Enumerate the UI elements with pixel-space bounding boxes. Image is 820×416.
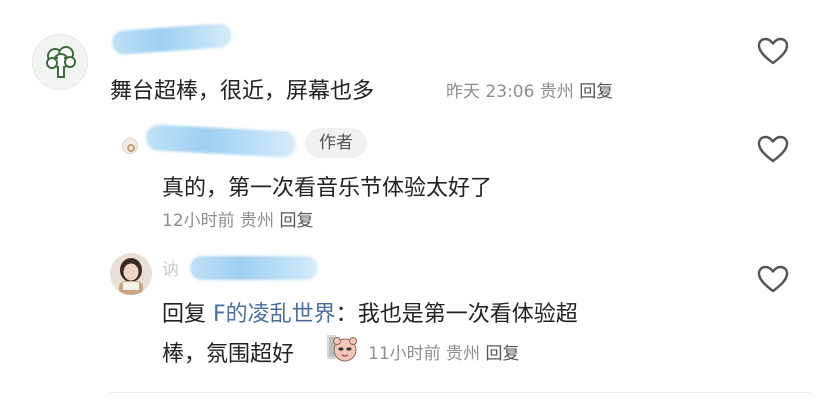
comment-meta: 12小时前 贵州 回复 — [162, 206, 313, 231]
comment-meta: 昨天 23:06 贵州 回复 — [446, 77, 613, 102]
bear-sticker-icon — [327, 335, 357, 362]
author-avatar[interactable] — [122, 138, 138, 154]
comment-location: 贵州 — [446, 344, 481, 364]
reply-button[interactable]: 回复 — [279, 211, 313, 231]
reply-text: 我也是第一次看体验超 — [357, 302, 578, 327]
comment-meta: 11小时前 贵州 回复 — [368, 339, 519, 364]
reply-text-line1: 回复 F的凌乱世界：我也是第一次看体验超 — [162, 296, 578, 328]
comment-time: 12小时前 — [162, 211, 235, 231]
broccoli-icon — [46, 46, 76, 78]
reply-colon: ： — [335, 302, 358, 327]
reply-prefix: 回复 — [162, 302, 207, 327]
comment-thread: 舞台超棒，很近，屏幕也多 昨天 23:06 贵州 回复 世界 作者 真的，第一次… — [0, 0, 820, 416]
username-redacted[interactable] — [190, 256, 318, 280]
heart-outline-icon[interactable] — [756, 134, 790, 164]
heart-outline-icon[interactable] — [756, 264, 790, 294]
mention-link[interactable]: F的凌乱世界 — [213, 302, 336, 327]
username-redacted[interactable] — [111, 22, 233, 56]
user-avatar[interactable] — [32, 34, 88, 90]
comment-text: 真的，第一次看音乐节体验太好了 — [162, 176, 493, 201]
avatar-photo-icon — [110, 253, 152, 295]
username-faded: 讷 — [162, 260, 180, 280]
comment-time: 11小时前 — [368, 344, 441, 364]
reply-text-line2: 棒，氛围超好 — [162, 336, 294, 368]
user-avatar[interactable] — [110, 253, 152, 295]
heart-outline-icon[interactable] — [756, 36, 790, 66]
avatar-icon — [127, 144, 135, 152]
reply-text-continued: 棒，氛围超好 — [162, 342, 295, 367]
comment-text: 舞台超棒，很近，屏幕也多 — [110, 79, 375, 104]
comment-location: 贵州 — [240, 211, 275, 231]
comment-location: 贵州 — [539, 82, 574, 102]
comment-time: 昨天 23:06 — [446, 82, 535, 102]
author-badge: 作者 — [305, 128, 367, 158]
reply-button[interactable]: 回复 — [579, 82, 613, 102]
reply-button[interactable]: 回复 — [485, 344, 519, 364]
divider — [110, 392, 810, 393]
